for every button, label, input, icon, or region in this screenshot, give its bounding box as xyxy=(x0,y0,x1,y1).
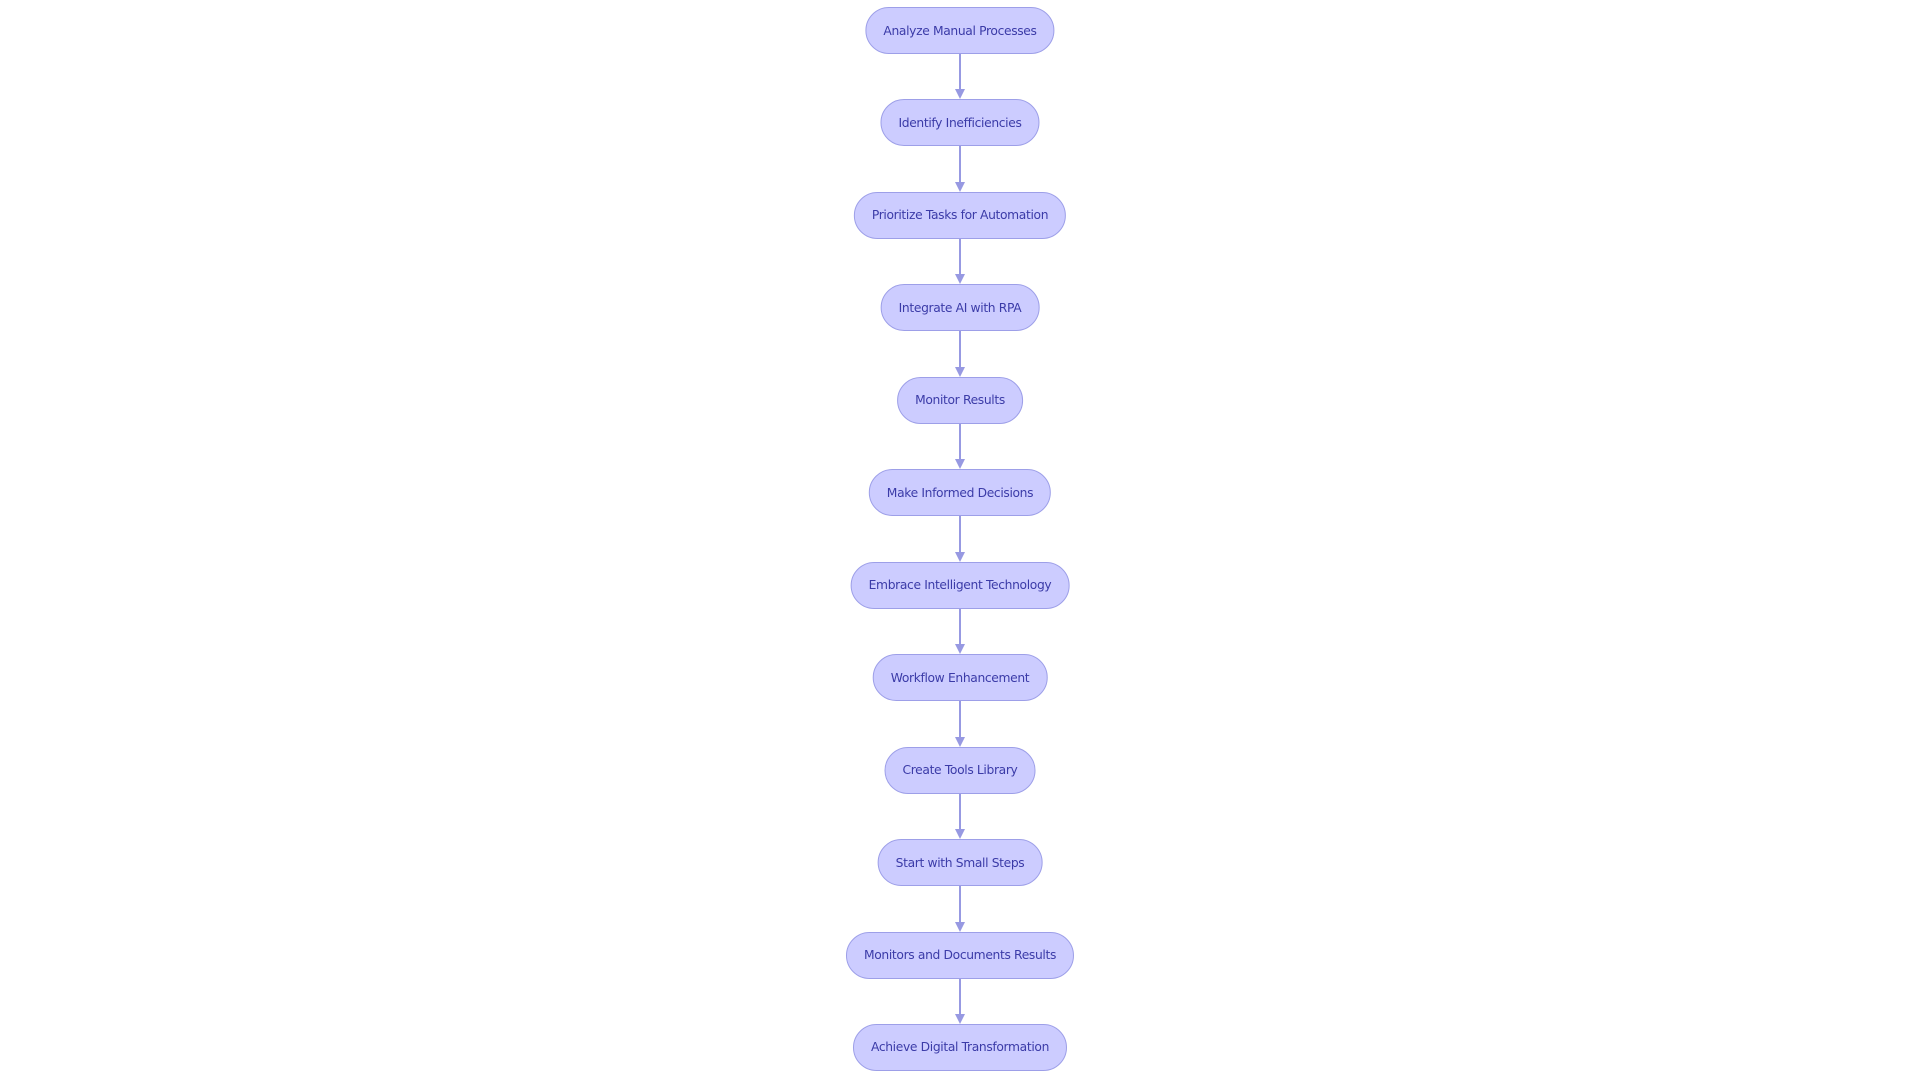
arrowhead-icon xyxy=(955,366,965,377)
flowchart-node: Analyze Manual Processes xyxy=(865,7,1055,54)
flowchart-node: Embrace Intelligent Technology xyxy=(850,561,1070,609)
flowchart-node: Create Tools Library xyxy=(884,746,1036,794)
flowchart-edge xyxy=(959,423,961,462)
arrowhead-icon xyxy=(955,459,965,470)
arrowhead-icon xyxy=(955,1013,965,1024)
flowchart-edge xyxy=(959,146,961,184)
flowchart-node: Monitors and Documents Results xyxy=(845,931,1075,979)
flowchart-node: Workflow Enhancement xyxy=(872,654,1048,702)
arrowhead-icon xyxy=(955,274,965,285)
arrowhead-icon xyxy=(955,829,965,840)
arrowhead-icon xyxy=(955,181,965,192)
flowchart-edge xyxy=(959,793,961,832)
arrowhead-icon xyxy=(955,736,965,747)
flowchart-node: Achieve Digital Transformation xyxy=(852,1023,1068,1071)
flowchart-edge xyxy=(959,608,961,647)
flowchart-node: Integrate AI with RPA xyxy=(880,284,1040,332)
flowchart: Analyze Manual Processes Identify Ineffic… xyxy=(0,0,1920,1080)
flowchart-node: Monitor Results xyxy=(897,376,1023,424)
flowchart-edge xyxy=(959,701,961,739)
flowchart-edge xyxy=(959,54,961,92)
flowchart-edge xyxy=(959,331,961,369)
flowchart-edge xyxy=(959,886,961,924)
arrowhead-icon xyxy=(955,921,965,932)
arrowhead-icon xyxy=(955,644,965,655)
arrowhead-icon xyxy=(955,551,965,562)
arrowhead-icon xyxy=(955,89,965,100)
flowchart-node: Start with Small Steps xyxy=(877,839,1043,887)
flowchart-edge xyxy=(959,238,961,277)
flowchart-edge xyxy=(959,516,961,554)
flowchart-edge xyxy=(959,978,961,1016)
flowchart-node: Make Informed Decisions xyxy=(868,469,1052,517)
flowchart-node: Prioritize Tasks for Automation xyxy=(853,191,1067,239)
flowchart-node: Identify Inefficiencies xyxy=(880,99,1040,147)
